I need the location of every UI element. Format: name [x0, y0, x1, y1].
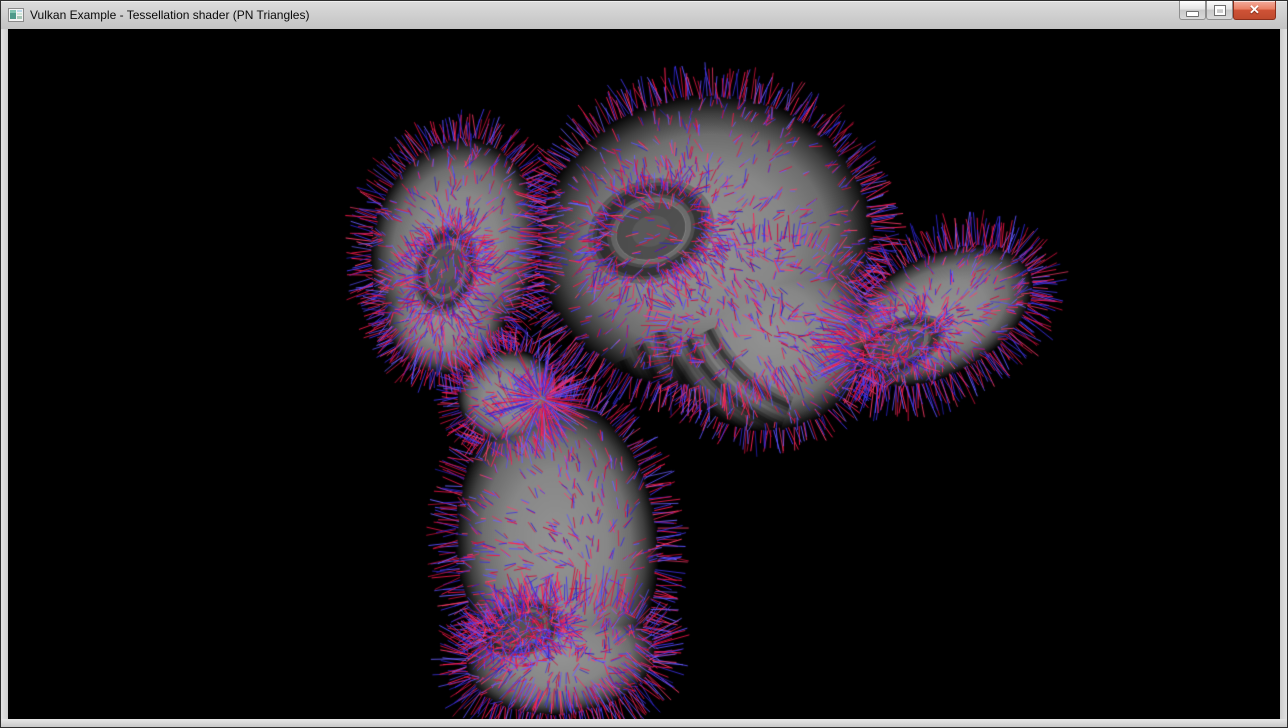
- resize-border-left[interactable]: [1, 29, 8, 719]
- minimize-icon: [1186, 11, 1199, 17]
- render-client-area: [8, 29, 1280, 719]
- vulkan-viewport-canvas[interactable]: [8, 29, 1280, 719]
- close-icon: ✕: [1249, 1, 1260, 19]
- close-button[interactable]: ✕: [1233, 1, 1276, 20]
- minimize-button[interactable]: [1179, 1, 1206, 20]
- resize-border-right[interactable]: [1280, 29, 1287, 719]
- caption-buttons: ✕: [1179, 1, 1276, 20]
- resize-border-bottom[interactable]: [1, 719, 1287, 727]
- window-title: Vulkan Example - Tessellation shader (PN…: [30, 1, 309, 29]
- maximize-icon: [1215, 6, 1225, 15]
- app-icon[interactable]: [8, 7, 24, 23]
- title-bar[interactable]: Vulkan Example - Tessellation shader (PN…: [1, 1, 1287, 29]
- maximize-button[interactable]: [1206, 1, 1233, 20]
- application-window: Vulkan Example - Tessellation shader (PN…: [0, 0, 1288, 728]
